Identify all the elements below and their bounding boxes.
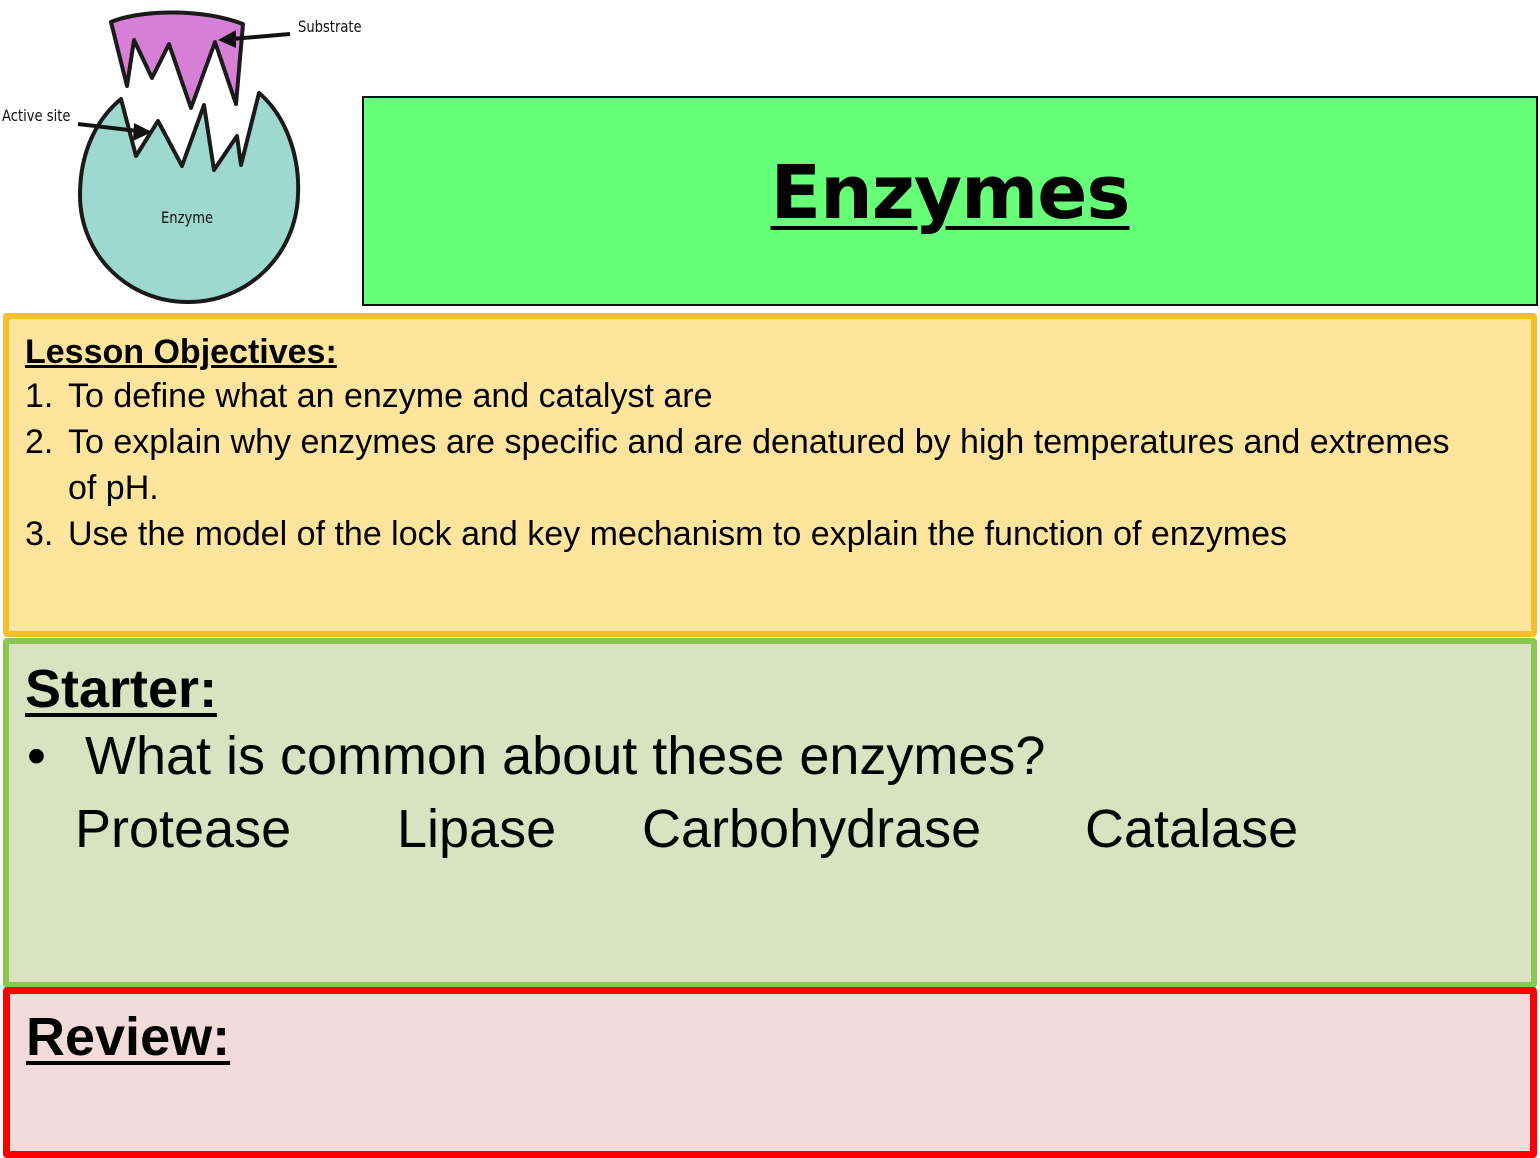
page-title: Enzymes <box>770 150 1131 236</box>
substrate-label: Substrate <box>298 17 362 36</box>
enzyme-substrate-diagram: Substrate Active site Enzyme <box>0 0 370 310</box>
objectives-heading: Lesson Objectives: <box>25 333 337 371</box>
objective-text: To explain why enzymes are specific and … <box>68 423 1450 507</box>
objective-number: 1. <box>25 377 54 415</box>
lock-and-key-illustration <box>77 10 301 304</box>
starter-heading: Starter: <box>25 659 218 719</box>
enzyme-names-row: Protease Lipase Carbohydrase Catalase <box>25 792 1531 866</box>
starter-question: What is common about these enzymes? <box>85 726 1046 786</box>
objective-item: 1. To define what an enzyme and catalyst… <box>25 373 1531 419</box>
objective-text: Use the model of the lock and key mechan… <box>68 515 1287 553</box>
objective-text: To define what an enzyme and catalyst ar… <box>68 377 713 415</box>
review-panel: Review: <box>3 987 1537 1158</box>
bullet: • <box>27 726 46 786</box>
starter-panel: Starter: • What is common about these en… <box>3 638 1537 988</box>
enzyme-name-protease: Protease <box>75 799 292 859</box>
enzyme-label: Enzyme <box>161 208 214 227</box>
objective-item: 3. Use the model of the lock and key mec… <box>25 511 1531 557</box>
enzyme-shape <box>78 91 301 304</box>
enzyme-name-carbohydrase: Carbohydrase <box>642 799 982 859</box>
objective-item: 2. To explain why enzymes are specific a… <box>25 419 1531 511</box>
objectives-list: 1. To define what an enzyme and catalyst… <box>25 373 1531 557</box>
objective-number: 2. <box>25 423 54 461</box>
starter-question-row: • What is common about these enzymes? <box>25 720 1531 792</box>
active-site-label: Active site <box>2 106 71 125</box>
enzyme-name-lipase: Lipase <box>397 799 557 859</box>
review-heading: Review: <box>26 1007 231 1067</box>
objective-number: 3. <box>25 515 54 553</box>
enzyme-name-catalase: Catalase <box>1085 799 1299 859</box>
substrate-shape <box>109 10 245 110</box>
title-banner: Enzymes <box>362 96 1538 306</box>
lesson-objectives-panel: Lesson Objectives: 1. To define what an … <box>3 313 1537 637</box>
